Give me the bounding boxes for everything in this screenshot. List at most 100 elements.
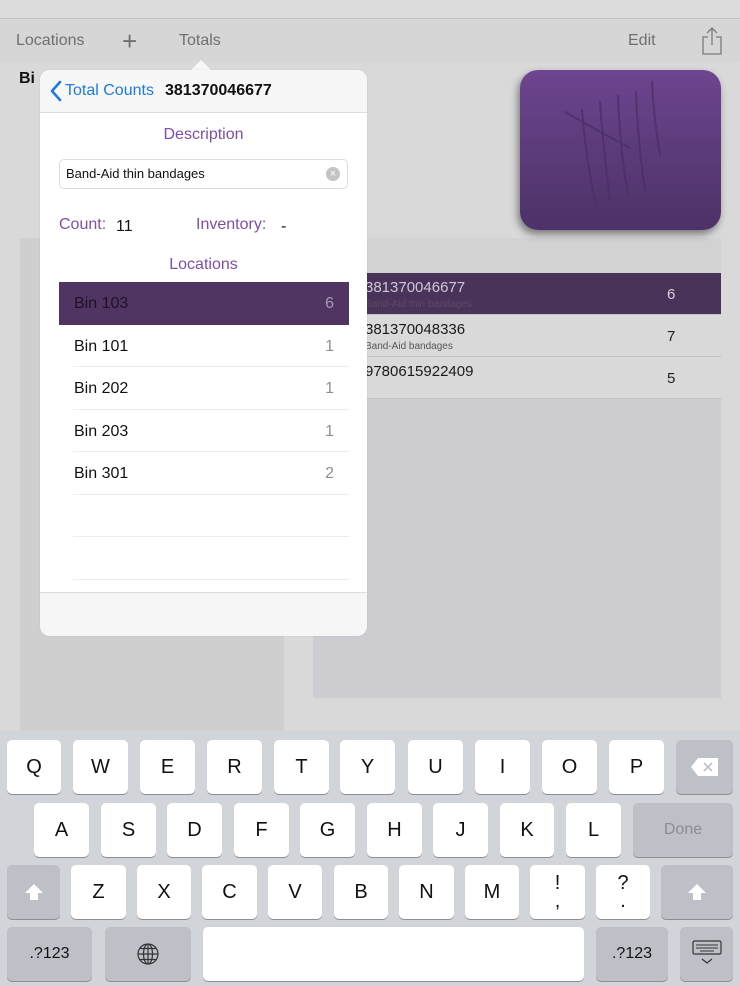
key-h[interactable]: H <box>367 803 422 857</box>
location-name: Bin 101 <box>74 337 129 355</box>
key-u[interactable]: U <box>408 740 463 794</box>
key-j[interactable]: J <box>433 803 488 857</box>
item-count: 6 <box>667 286 676 303</box>
key-question-period[interactable]: ? . <box>596 865 650 919</box>
key-r[interactable]: R <box>207 740 262 794</box>
list-item[interactable]: 381370046677 Band-Aid thin bandages 6 <box>313 273 721 315</box>
location-count: 6 <box>325 295 334 312</box>
empty-row <box>73 495 349 537</box>
tally-app-icon <box>520 70 721 230</box>
item-code: 381370046677 <box>365 279 466 296</box>
location-row[interactable]: Bin 301 2 <box>73 452 349 495</box>
location-count: 2 <box>325 465 334 482</box>
list-item[interactable]: 9780615922409 5 <box>313 357 721 399</box>
popover-footer <box>40 592 367 636</box>
key-p[interactable]: P <box>609 740 664 794</box>
count-label: Count: <box>59 216 107 233</box>
shift-key-right[interactable] <box>661 865 733 919</box>
toolbar: Locations + Totals Edit <box>0 20 740 62</box>
key-c[interactable]: C <box>202 865 257 919</box>
key-top-char: ? <box>617 872 629 894</box>
key-bottom-char: . <box>620 890 626 912</box>
background-title: Bi <box>19 70 35 87</box>
count-value: 11 <box>116 218 133 235</box>
popover-nav-bar: Total Counts 381370046677 <box>40 70 367 113</box>
description-field[interactable]: × <box>59 159 348 189</box>
chevron-left-icon[interactable] <box>49 80 63 102</box>
key-g[interactable]: G <box>300 803 355 857</box>
space-key[interactable] <box>203 927 584 981</box>
key-l[interactable]: L <box>566 803 621 857</box>
key-i[interactable]: I <box>475 740 530 794</box>
location-count: 1 <box>325 337 334 355</box>
inventory-label: Inventory: <box>196 216 267 233</box>
backspace-key[interactable] <box>676 740 733 794</box>
description-input[interactable] <box>66 166 316 181</box>
numbers-key-right[interactable]: .?123 <box>596 927 668 981</box>
empty-row <box>73 537 349 580</box>
key-z[interactable]: Z <box>71 865 126 919</box>
key-exclamation-comma[interactable]: ! , <box>530 865 585 919</box>
location-count: 1 <box>325 422 334 440</box>
item-description: Band-Aid thin bandages <box>365 299 472 310</box>
item-count: 7 <box>667 328 676 345</box>
keyboard-dismiss-icon <box>691 940 722 964</box>
inventory-value: - <box>281 218 287 235</box>
dismiss-keyboard-key[interactable] <box>680 927 733 981</box>
key-b[interactable]: B <box>334 865 388 919</box>
list-header <box>313 238 721 273</box>
item-code: 9780615922409 <box>365 363 474 380</box>
key-m[interactable]: M <box>465 865 519 919</box>
backspace-icon <box>690 758 718 776</box>
location-name: Bin 103 <box>74 295 129 312</box>
key-w[interactable]: W <box>73 740 128 794</box>
back-button[interactable]: Total Counts <box>65 82 154 100</box>
description-label: Description <box>163 126 244 143</box>
key-f[interactable]: F <box>234 803 289 857</box>
key-bottom-char: , <box>554 890 561 912</box>
key-t[interactable]: T <box>274 740 329 794</box>
locations-list: Bin 103 6 Bin 101 1 Bin 202 1 Bin 203 1 … <box>59 282 349 580</box>
location-row[interactable]: Bin 103 6 <box>59 282 349 325</box>
item-count: 5 <box>667 370 676 387</box>
status-bar <box>0 0 740 19</box>
key-e[interactable]: E <box>140 740 195 794</box>
keyboard: Q W E R T Y U I O P A S D F G H J K L Do… <box>0 731 740 986</box>
item-code: 381370048336 <box>365 321 466 338</box>
locations-button[interactable]: Locations <box>16 32 85 50</box>
shift-icon <box>24 884 43 900</box>
key-s[interactable]: S <box>101 803 156 857</box>
add-button[interactable]: + <box>122 26 137 57</box>
key-o[interactable]: O <box>542 740 597 794</box>
key-y[interactable]: Y <box>340 740 395 794</box>
key-x[interactable]: X <box>137 865 191 919</box>
edit-button[interactable]: Edit <box>628 32 656 50</box>
key-k[interactable]: K <box>500 803 554 857</box>
location-row[interactable]: Bin 101 1 <box>73 325 349 367</box>
key-q[interactable]: Q <box>7 740 61 794</box>
numbers-key-left[interactable]: .?123 <box>7 927 92 981</box>
key-v[interactable]: V <box>268 865 322 919</box>
location-row[interactable]: Bin 202 1 <box>73 367 349 410</box>
shift-key-left[interactable] <box>7 865 60 919</box>
done-key[interactable]: Done <box>633 803 733 857</box>
clear-icon[interactable]: × <box>326 167 340 181</box>
location-row[interactable]: Bin 203 1 <box>73 410 349 452</box>
share-icon[interactable] <box>700 27 724 55</box>
globe-key[interactable] <box>105 927 191 981</box>
location-name: Bin 203 <box>74 422 129 440</box>
location-name: Bin 301 <box>74 465 129 482</box>
shift-icon <box>688 884 706 900</box>
globe-icon <box>137 943 159 965</box>
key-d[interactable]: D <box>167 803 222 857</box>
location-name: Bin 202 <box>74 380 129 397</box>
locations-label: Locations <box>169 256 238 273</box>
total-counts-popover: Total Counts 381370046677 Description × … <box>40 70 367 636</box>
key-n[interactable]: N <box>399 865 454 919</box>
key-top-char: ! <box>554 872 561 894</box>
popover-title: 381370046677 <box>165 82 272 99</box>
list-item[interactable]: 381370048336 Band-Aid bandages 7 <box>313 315 721 357</box>
totals-button[interactable]: Totals <box>179 32 221 50</box>
background-item-list: 381370046677 Band-Aid thin bandages 6 38… <box>313 238 721 698</box>
key-a[interactable]: A <box>34 803 89 857</box>
